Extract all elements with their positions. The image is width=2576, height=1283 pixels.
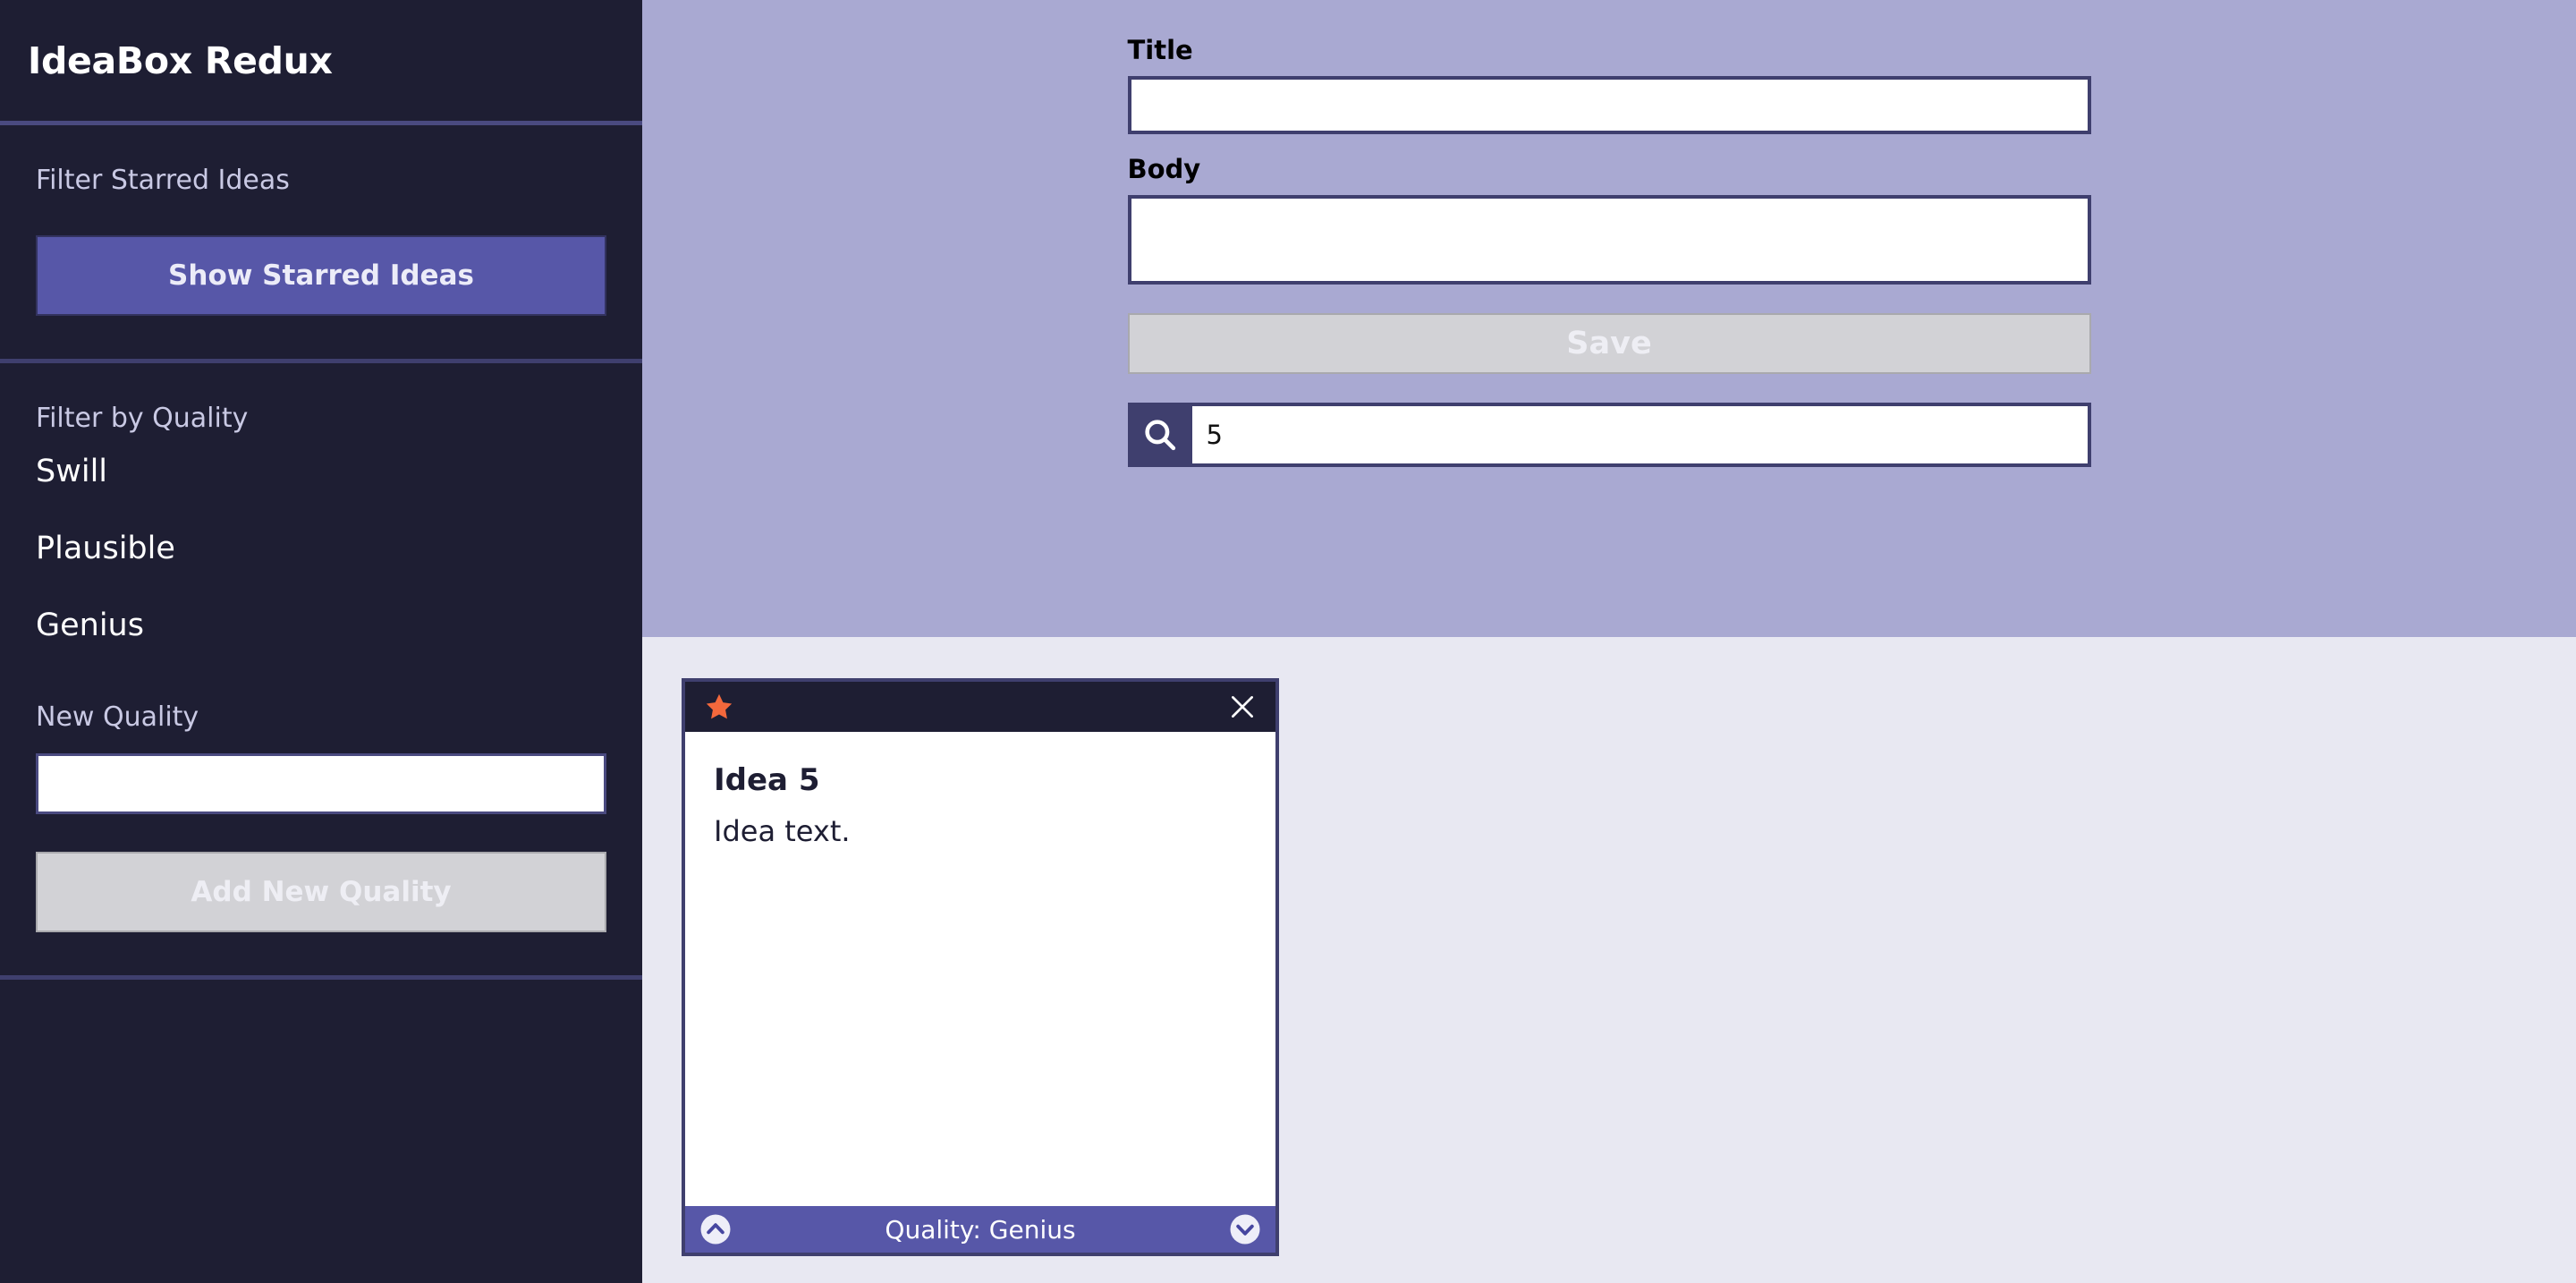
- starred-filter-label: Filter Starred Ideas: [36, 165, 290, 196]
- star-icon[interactable]: [704, 692, 734, 722]
- sidebar-header: IdeaBox Redux: [0, 0, 642, 125]
- sidebar: IdeaBox Redux Filter Starred Ideas Show …: [0, 0, 642, 1283]
- new-quality-label: New Quality: [36, 701, 199, 733]
- add-new-quality-button[interactable]: Add New Quality: [36, 852, 606, 932]
- idea-body-text: Idea text.: [714, 813, 851, 848]
- chevron-up-circle-icon[interactable]: [699, 1213, 732, 1245]
- idea-card-body: Idea 5 Idea text.: [685, 732, 1275, 1206]
- quality-item-swill[interactable]: Swill: [36, 433, 606, 510]
- search-input[interactable]: [1191, 403, 2091, 467]
- idea-form: Title Body Save: [1127, 0, 2091, 637]
- chevron-down-circle-icon[interactable]: [1229, 1213, 1261, 1245]
- idea-title: Idea 5: [714, 762, 820, 798]
- show-starred-ideas-button[interactable]: Show Starred Ideas: [36, 235, 606, 316]
- quality-filter-label: Filter by Quality: [36, 403, 249, 434]
- app-root: IdeaBox Redux Filter Starred Ideas Show …: [0, 0, 2576, 1283]
- idea-card: Idea 5 Idea text. Quality: Genius: [682, 678, 1279, 1256]
- idea-form-panel: Title Body Save: [642, 0, 2576, 637]
- search-bar: [1127, 403, 2091, 467]
- close-icon[interactable]: [1227, 692, 1258, 722]
- new-quality-input[interactable]: [36, 753, 606, 814]
- sidebar-filler: [0, 980, 642, 1283]
- save-button[interactable]: Save: [1127, 313, 2091, 374]
- quality-list: Swill Plausible Genius: [36, 433, 606, 664]
- starred-filter-section: Filter Starred Ideas Show Starred Ideas: [0, 125, 642, 363]
- app-title: IdeaBox Redux: [28, 38, 333, 82]
- idea-card-header: [685, 682, 1275, 732]
- body-input[interactable]: [1127, 195, 2091, 285]
- search-icon[interactable]: [1127, 403, 1192, 467]
- title-input[interactable]: [1127, 76, 2091, 134]
- idea-card-footer: Quality: Genius: [685, 1206, 1275, 1253]
- ideas-list: Idea 5 Idea text. Quality: Genius: [642, 637, 2576, 1283]
- quality-filter-section: Filter by Quality Swill Plausible Genius…: [0, 363, 642, 980]
- idea-quality-label: Quality: Genius: [885, 1214, 1076, 1245]
- main-content: Title Body Save 5 Idea 5 Idea text. Qual…: [642, 0, 2576, 1283]
- quality-item-plausible[interactable]: Plausible: [36, 510, 606, 587]
- quality-item-genius[interactable]: Genius: [36, 587, 606, 664]
- title-label: Title: [1127, 35, 1193, 65]
- body-label: Body: [1127, 154, 1201, 184]
